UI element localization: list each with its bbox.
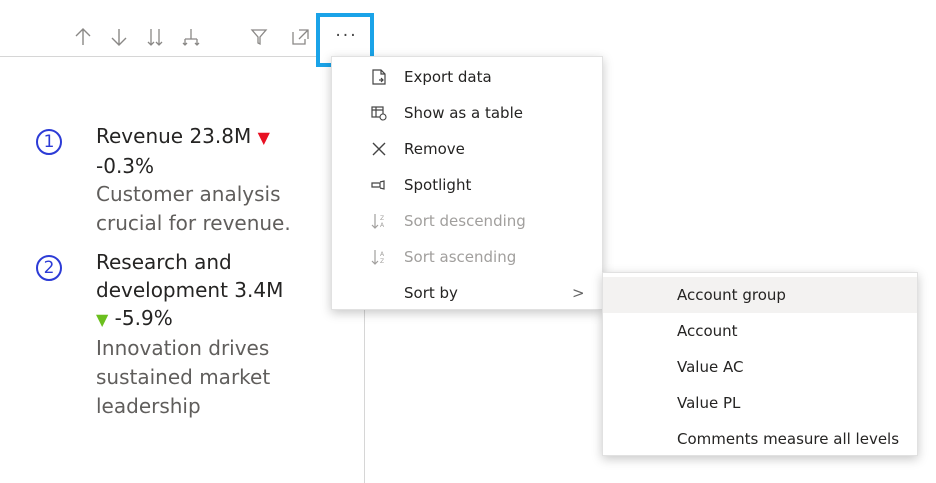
down-arrow-icon: ▼ — [257, 128, 270, 147]
svg-text:A: A — [380, 222, 385, 229]
submenu-item-label: Value PL — [677, 394, 741, 412]
comment-number-badge: 1 — [36, 129, 62, 155]
submenu-item-account[interactable]: Account — [603, 313, 917, 349]
menu-item-spotlight[interactable]: Spotlight — [332, 167, 602, 203]
menu-item-label: Sort ascending — [404, 248, 517, 266]
comment-number-badge: 2 — [36, 255, 62, 281]
menu-item-sort-by[interactable]: Sort by > — [332, 275, 602, 311]
submenu-item-account-group[interactable]: Account group — [603, 277, 917, 313]
drill-down-icon[interactable] — [102, 18, 136, 56]
comment-title: Revenue 23.8M — [96, 124, 258, 148]
menu-item-label: Sort descending — [404, 212, 526, 230]
more-options-menu: Export data Show as a table Remove Spotl… — [331, 56, 603, 310]
comment-delta: -5.9% — [114, 306, 173, 330]
menu-item-show-as-table[interactable]: Show as a table — [332, 95, 602, 131]
svg-text:Z: Z — [380, 258, 384, 265]
comment-description: Customer analysis crucial for revenue. — [96, 182, 291, 235]
focus-mode-icon[interactable] — [284, 18, 318, 56]
header-divider — [0, 56, 332, 57]
menu-item-sort-descending[interactable]: ZA Sort descending — [332, 203, 602, 239]
more-options-icon: ··· — [335, 25, 358, 46]
submenu-item-value-pl[interactable]: Value PL — [603, 385, 917, 421]
menu-item-label: Sort by — [404, 284, 458, 302]
comment-description: Innovation drives sustained market leade… — [96, 336, 271, 418]
sort-ascending-icon: AZ — [368, 246, 390, 268]
export-icon — [368, 66, 390, 88]
svg-text:Z: Z — [380, 215, 384, 222]
submenu-item-label: Comments measure all levels — [677, 430, 900, 448]
submenu-item-label: Value AC — [677, 358, 744, 376]
down-arrow-icon: ▼ — [96, 310, 109, 329]
drill-up-icon[interactable] — [66, 18, 100, 56]
chevron-right-icon: > — [572, 284, 585, 302]
menu-item-label: Spotlight — [404, 176, 472, 194]
menu-item-label: Show as a table — [404, 104, 523, 122]
submenu-item-label: Account — [677, 322, 738, 340]
close-icon — [368, 138, 390, 160]
comment-item: 1 Revenue 23.8M ▼ -0.3% Customer analysi… — [36, 122, 336, 238]
comment-delta: -0.3% — [96, 154, 155, 178]
sort-by-submenu: Account group Account Value AC Value PL … — [602, 272, 918, 456]
expand-hierarchy-icon[interactable] — [174, 18, 208, 56]
comment-headline: Research and development 3.4M ▼ -5.9% — [96, 248, 336, 334]
sort-descending-icon: ZA — [368, 210, 390, 232]
submenu-item-value-ac[interactable]: Value AC — [603, 349, 917, 385]
comment-item: 2 Research and development 3.4M ▼ -5.9% … — [36, 248, 336, 421]
menu-item-label: Remove — [404, 140, 465, 158]
table-icon — [368, 102, 390, 124]
comment-headline: Revenue 23.8M ▼ -0.3% — [96, 122, 336, 180]
visual-border — [364, 300, 365, 483]
submenu-item-label: Account group — [677, 286, 786, 304]
comments-list: 1 Revenue 23.8M ▼ -0.3% Customer analysi… — [36, 122, 336, 421]
filter-icon[interactable] — [242, 18, 276, 56]
expand-next-level-icon[interactable] — [138, 18, 172, 56]
comment-title: Research and development 3.4M — [96, 250, 284, 302]
svg-text:A: A — [380, 251, 385, 258]
menu-item-sort-ascending[interactable]: AZ Sort ascending — [332, 239, 602, 275]
submenu-item-comments-measure[interactable]: Comments measure all levels — [603, 421, 917, 457]
menu-item-export-data[interactable]: Export data — [332, 59, 602, 95]
menu-item-remove[interactable]: Remove — [332, 131, 602, 167]
menu-item-label: Export data — [404, 68, 492, 86]
spotlight-icon — [368, 174, 390, 196]
